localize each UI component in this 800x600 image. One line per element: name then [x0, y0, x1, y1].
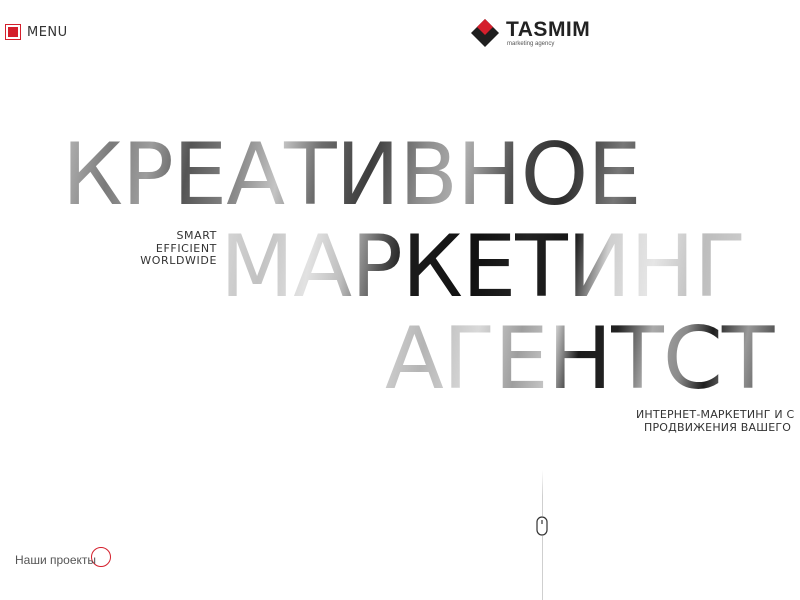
hero-line-3: АГЕНТСТ	[385, 316, 800, 402]
projects-link[interactable]: Наши проекты	[15, 547, 111, 567]
logo-tagline: marketing agency	[507, 41, 555, 47]
menu-label: MENU	[27, 24, 68, 40]
hero-subtitle: ИНТЕРНЕТ-МАРКЕТИНГ И С ПРОДВИЖЕНИЯ ВАШЕГ…	[636, 408, 800, 434]
logo[interactable]: TASMIM marketing agency	[470, 18, 590, 48]
hero-tagline: SMART EFFICIENT WORLDWIDE	[140, 229, 217, 268]
menu-icon	[5, 24, 21, 40]
projects-label: Наши проекты	[15, 553, 97, 567]
subtitle-line: ПРОДВИЖЕНИЯ ВАШЕГО	[644, 421, 792, 434]
subtitle-line: ИНТЕРНЕТ-МАРКЕТИНГ И С	[636, 408, 795, 421]
mouse-scroll-icon[interactable]	[536, 516, 548, 536]
tagline-word: SMART	[176, 229, 217, 242]
menu-button[interactable]: MENU	[5, 24, 68, 40]
logo-name: TASMIM	[506, 18, 591, 41]
page: MENU TASMIM marketing agency КРЕАТИВНОЕ …	[0, 0, 800, 600]
hero-line-1: КРЕАТИВНОЕ	[62, 132, 702, 218]
diamond-logo-icon	[471, 19, 499, 47]
hero-line-2: МАРКЕТИНГ	[220, 224, 800, 310]
logo-text: TASMIM marketing agency	[506, 19, 590, 47]
tagline-word: WORLDWIDE	[140, 254, 217, 267]
